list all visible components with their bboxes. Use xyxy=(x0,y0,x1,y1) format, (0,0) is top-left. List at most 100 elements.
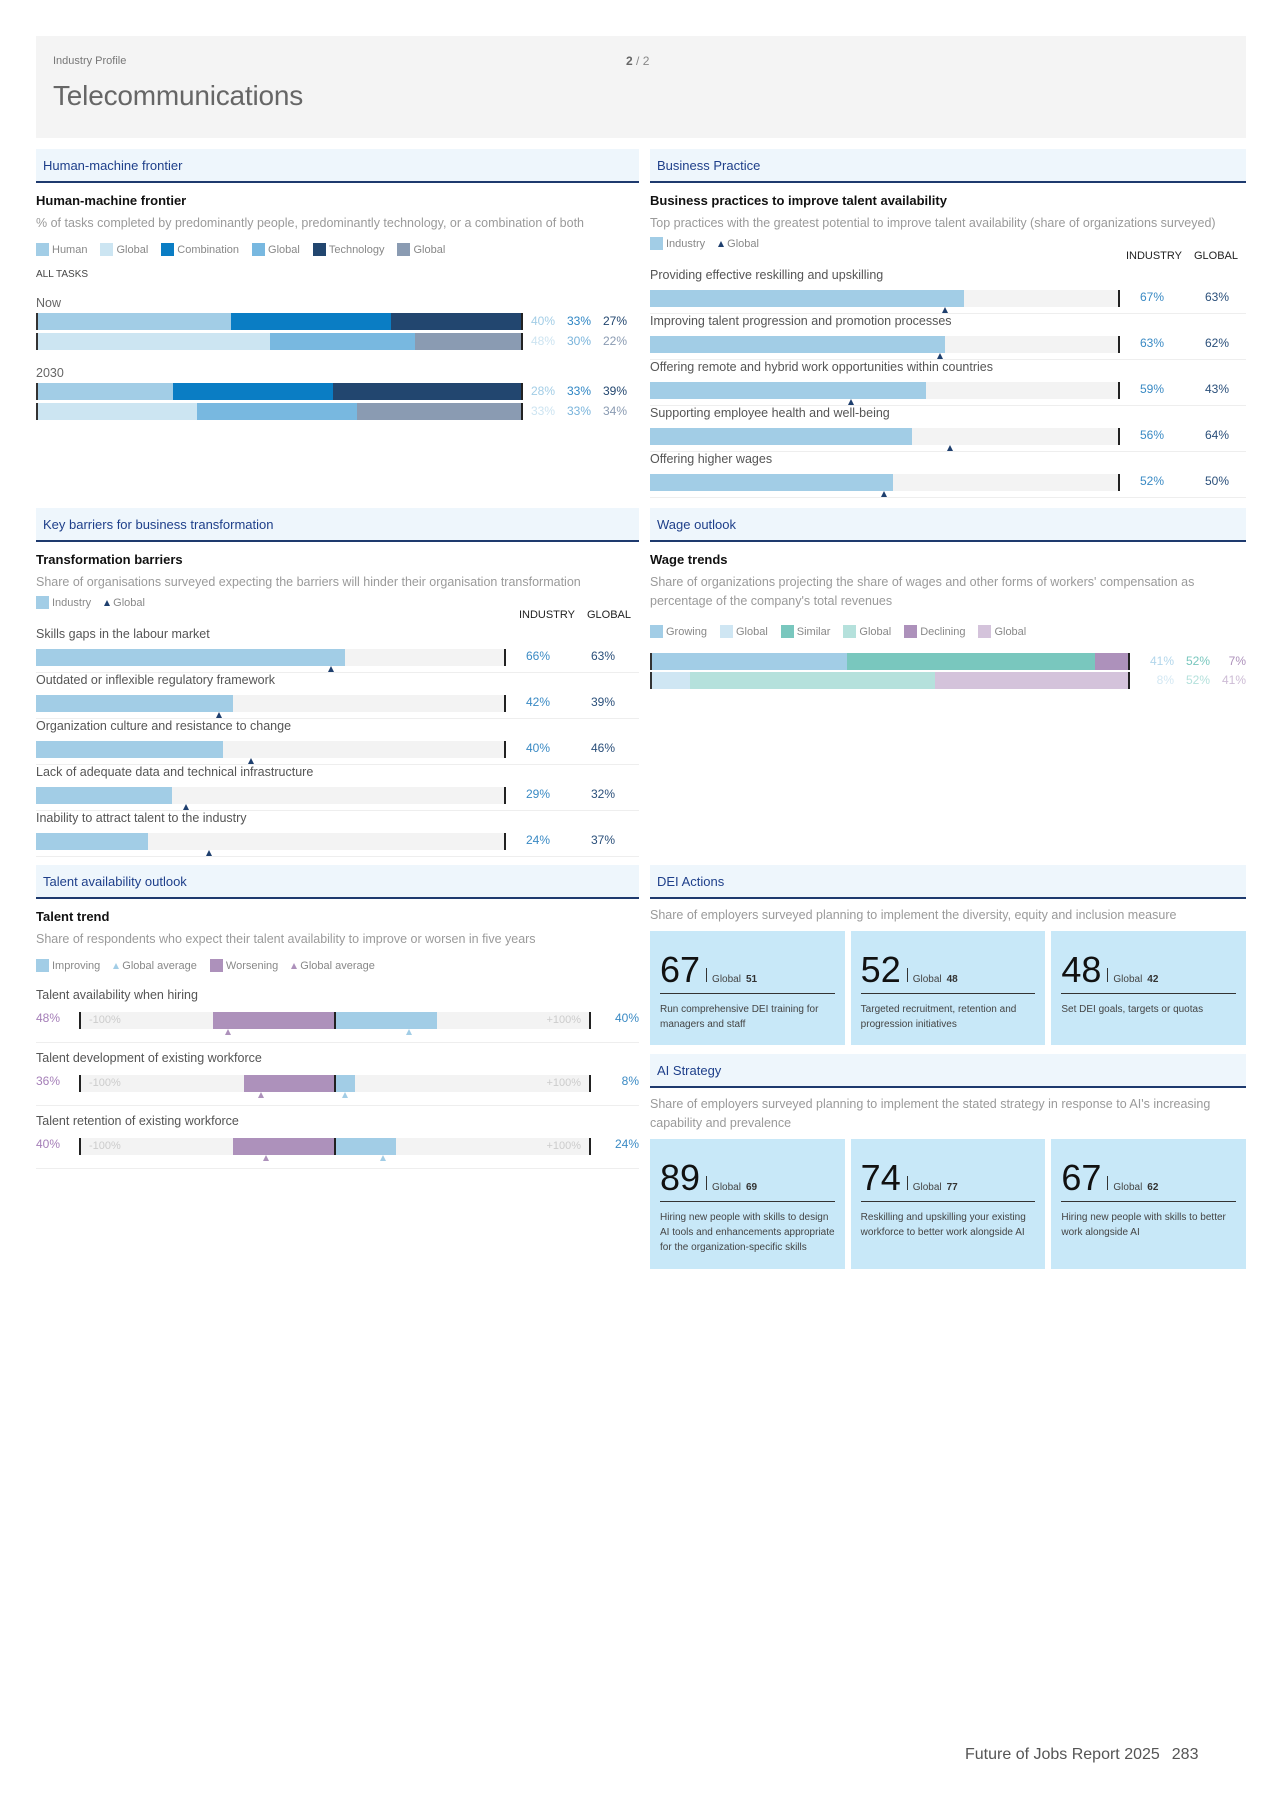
hmf-industry-values: 40% 33% 27% xyxy=(531,314,639,328)
divider xyxy=(906,1176,908,1190)
column-headers: INDUSTRY GLOBAL xyxy=(1125,250,1238,262)
hmf-segment xyxy=(197,402,357,420)
global-value: 37% xyxy=(591,833,616,847)
barriers-legend: Industry Global xyxy=(36,596,639,609)
wage-segment xyxy=(847,652,1095,670)
industry-bar xyxy=(36,741,224,758)
global-value: 39% xyxy=(591,695,616,709)
card-global-label: Global xyxy=(712,974,741,985)
bar-label: Organization culture and resistance to c… xyxy=(36,719,292,733)
global-marker-icon xyxy=(215,712,222,718)
bar-track xyxy=(36,695,506,718)
footer-report-title: Future of Jobs Report 2025 xyxy=(965,1746,1160,1763)
worsening-global-marker-icon xyxy=(263,1155,270,1161)
worsening-value: 40% xyxy=(36,1137,61,1151)
center-line xyxy=(334,1075,336,1092)
divider xyxy=(1107,1176,1109,1190)
axis-min-label: -100% xyxy=(89,1077,121,1089)
ai-card: 89 Global 69 Hiring new people with skills … xyxy=(650,1139,845,1269)
wage-global-row: 8% 52% 41% xyxy=(650,671,1246,689)
industry-bar xyxy=(650,382,927,399)
chart-desc: Share of organisations surveyed expectin… xyxy=(36,575,581,589)
worsening-value: 48% xyxy=(36,1011,61,1025)
wage-value-label: 52% xyxy=(1185,673,1210,687)
hmf-industry-stack xyxy=(36,312,523,330)
bar-track xyxy=(36,787,506,810)
talent-legend: Improving Global average Worsening Globa… xyxy=(36,959,639,972)
industry-value: 59% xyxy=(1140,382,1165,396)
wage-industry-stack xyxy=(650,652,1130,670)
industry-value: 24% xyxy=(526,833,551,847)
legend-combination: Combination xyxy=(161,243,239,256)
worsening-bar xyxy=(243,1075,335,1092)
hmf-global-row: 48% 30% 22% xyxy=(36,332,639,350)
page-indicator: 2 / 2 xyxy=(626,54,650,68)
global-marker-icon xyxy=(881,491,887,497)
header-kicker: Industry Profile xyxy=(53,55,127,67)
worsening-value: 36% xyxy=(36,1074,61,1088)
talent-row: Talent retention of existing workforce 40… xyxy=(36,1106,639,1169)
section-header: Wage outlook xyxy=(650,508,1246,542)
industry-bar xyxy=(650,290,964,307)
hmf-segment xyxy=(38,332,270,350)
global-value: 63% xyxy=(591,649,616,663)
hmf-value-label: 33% xyxy=(567,314,592,328)
axis-max-label: +100% xyxy=(546,1140,581,1152)
hmf-global-row: 33% 33% 34% xyxy=(36,402,639,420)
dei-desc: Share of employers surveyed planning to … xyxy=(650,908,1177,922)
card-description: Reskilling and upskilling your existing … xyxy=(860,1212,1026,1238)
talent-track: -100% +100% xyxy=(79,1138,591,1161)
hmf-segment xyxy=(231,312,391,330)
card-global-value: 51 xyxy=(745,974,758,985)
business-legend: Industry Global xyxy=(650,237,1246,250)
bar-row: Inability to attract talent to the indus… xyxy=(36,811,639,857)
hmf-industry-stack xyxy=(36,382,523,400)
industry-value: 52% xyxy=(1140,474,1165,488)
ai-desc: Share of employers surveyed planning to … xyxy=(650,1097,1211,1130)
section-header: Talent availability outlook xyxy=(36,865,639,899)
bar-label: Offering remote and hybrid work opportun… xyxy=(650,360,993,374)
bar-label: Providing effective reskilling and upski… xyxy=(650,268,884,282)
card-header: 67 Global 62 xyxy=(1061,1159,1237,1202)
global-marker-icon xyxy=(848,399,855,405)
section-header: Human-machine frontier xyxy=(36,149,639,183)
improving-bar xyxy=(335,1138,396,1155)
hmf-value-label: 40% xyxy=(531,314,556,328)
dei-card: 52 Global 48 Targeted recruitment, retentio… xyxy=(850,931,1046,1045)
global-value: 32% xyxy=(591,787,616,801)
footer-page-number: 283 xyxy=(1171,1746,1199,1763)
page-header: Industry Profile 2 / 2 Telecommunication… xyxy=(36,36,1246,138)
hmf-global-values: 48% 30% 22% xyxy=(531,334,639,348)
card-header: 52 Global 48 xyxy=(860,951,1036,994)
wage-industry-values: 41% 52% 7% xyxy=(1138,654,1246,668)
wage-global-values: 8% 52% 41% xyxy=(1138,673,1246,687)
bar-track xyxy=(650,428,1120,451)
hmf-segment xyxy=(414,332,521,350)
global-value: 63% xyxy=(1205,290,1230,304)
dei-card: 67 Global 51 Run comprehensive DEI training… xyxy=(650,931,845,1045)
global-marker-icon xyxy=(941,307,948,313)
hmf-value-label: 39% xyxy=(603,384,628,398)
legend-human-global: Global xyxy=(100,243,148,256)
bar-row: Providing effective reskilling and upski… xyxy=(650,268,1246,314)
hmf-value-label: 48% xyxy=(531,334,556,348)
legend-technology: Technology xyxy=(312,243,384,256)
bar-row: Supporting employee health and well-bein… xyxy=(650,406,1246,452)
bar-row: Skills gaps in the labour market 66% 63% xyxy=(36,627,639,673)
wage-segment xyxy=(1094,652,1128,670)
global-marker-icon xyxy=(946,445,953,451)
ai-card: 74 Global 77 Reskilling and upskilling your… xyxy=(850,1139,1046,1269)
legend-technology-global: Global xyxy=(397,243,445,256)
ai-panel: AI Strategy Share of employers surveyed … xyxy=(650,1054,1247,1269)
global-value: 43% xyxy=(1205,382,1230,396)
talent-label: Talent retention of existing workforce xyxy=(36,1114,239,1128)
card-global-value: 69 xyxy=(745,1182,758,1193)
hmf-value-label: 28% xyxy=(531,384,556,398)
talent-label: Talent availability when hiring xyxy=(36,988,198,1002)
worsening-global-marker-icon xyxy=(225,1029,232,1035)
hmf-global-values: 33% 33% 34% xyxy=(531,404,639,418)
industry-value: 66% xyxy=(526,649,551,663)
hmf-tag: ALL TASKS xyxy=(36,269,89,280)
chart-desc: Share of respondents who expect their ta… xyxy=(36,932,536,946)
chart-desc: Top practices with the greatest potentia… xyxy=(650,216,1216,230)
